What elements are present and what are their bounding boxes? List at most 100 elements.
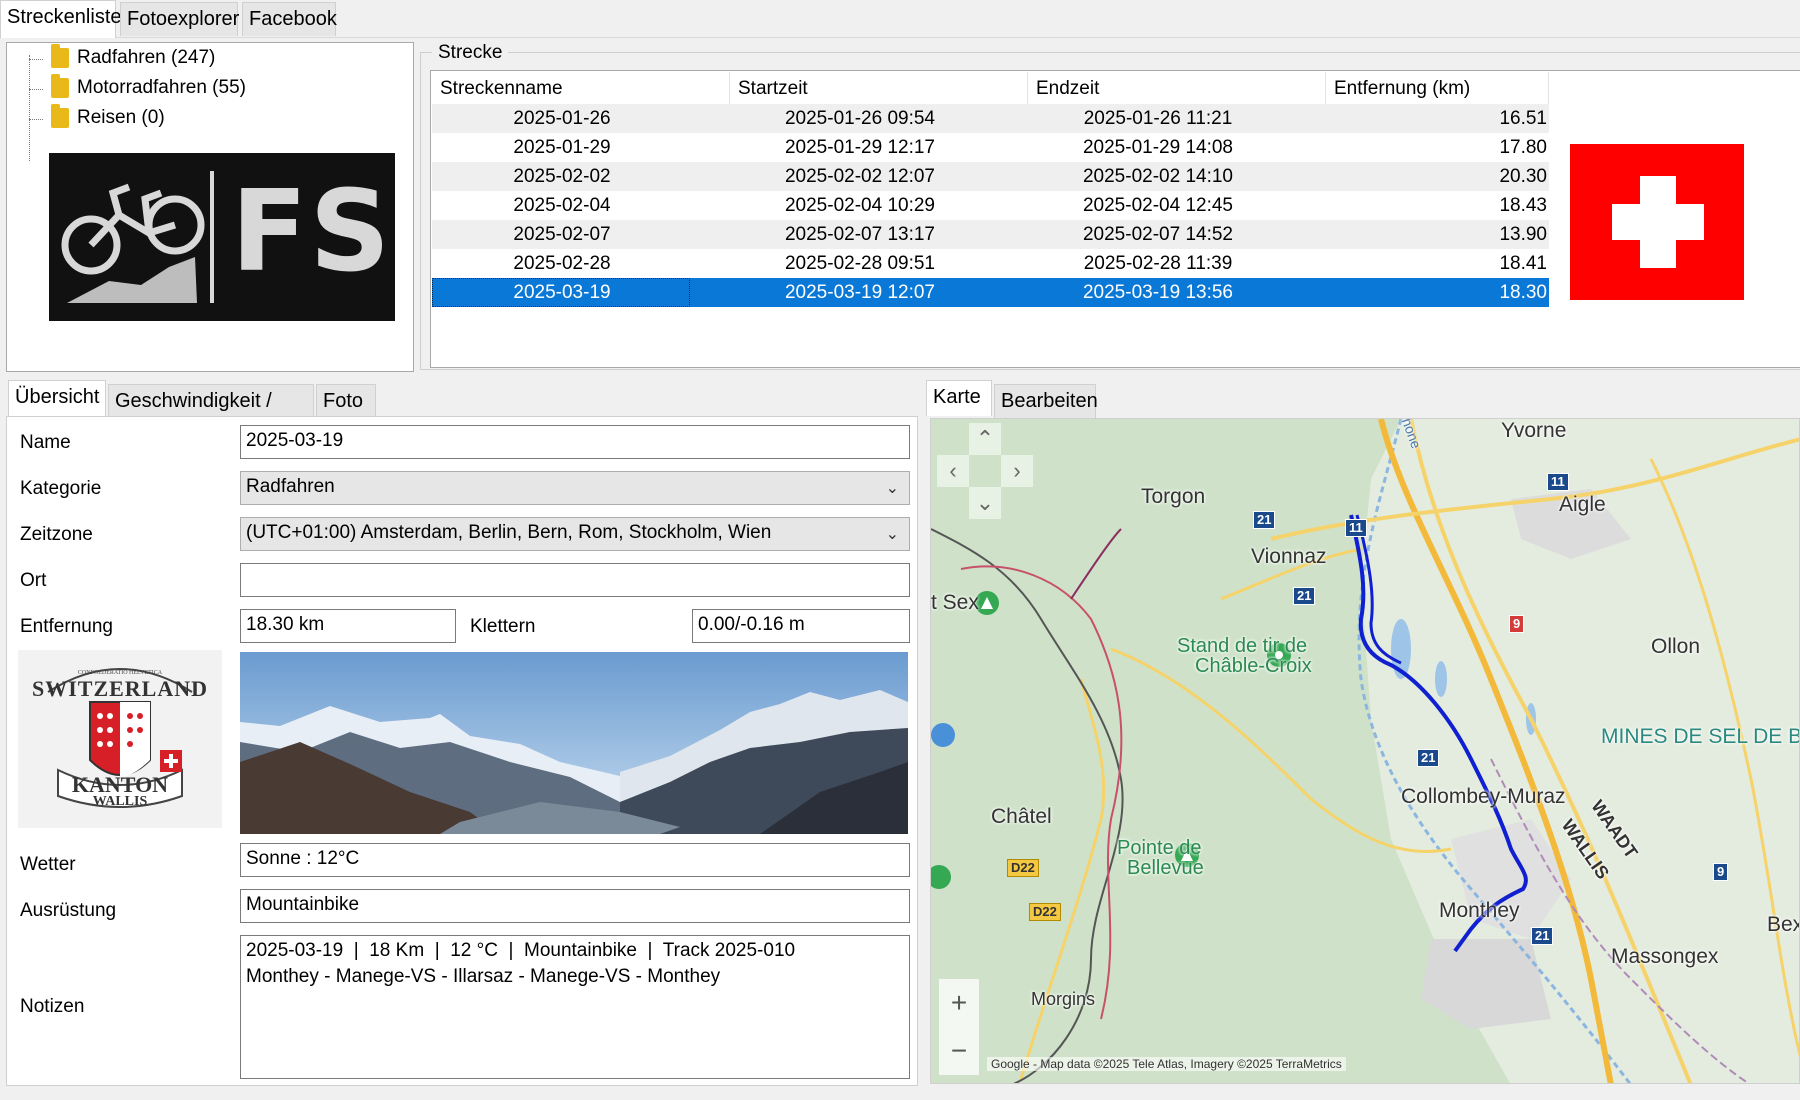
wetter-field[interactable]: Sonne : 12°C: [240, 843, 910, 877]
pan-right-icon[interactable]: ›: [1001, 455, 1033, 487]
category-tree: Radfahren (247) Motorradfahren (55) Reis…: [6, 42, 414, 372]
table-cell: 2025-03-19 12:07: [784, 282, 935, 303]
tab-geschwindigkeit-hoehe[interactable]: Geschwindigkeit / Höhe: [108, 384, 314, 444]
table-row[interactable]: 2025-02-02 2025-02-02 12:07 2025-02-02 14:…: [432, 162, 1549, 191]
map-label-chatel: Châtel: [991, 805, 1052, 828]
road-shield: 21: [1531, 927, 1554, 945]
road-shield: 21: [1293, 587, 1316, 605]
name-field[interactable]: 2025-03-19: [240, 425, 910, 459]
map-label-mines-de-sel: MINES DE SEL DE BE: [1601, 725, 1800, 748]
map-label-yvorne: Yvorne: [1501, 419, 1567, 442]
kategorie-label: Kategorie: [20, 478, 102, 499]
tab-uebersicht[interactable]: Übersicht: [8, 380, 106, 416]
map-label-collombey-muraz: Collombey-Muraz: [1401, 785, 1566, 808]
col-header-entfernung[interactable]: Entfernung (km): [1326, 72, 1549, 104]
entfernung-field[interactable]: 18.30 km: [240, 609, 456, 643]
road-shield: 21: [1253, 511, 1276, 529]
table-cell: 2025-02-07: [513, 224, 611, 245]
chevron-down-icon: ⌄: [885, 480, 899, 497]
kategorie-select[interactable]: Radfahren ⌄: [240, 471, 910, 505]
table-cell: 2025-02-28 11:39: [1083, 253, 1233, 274]
table-cell: 2025-01-29 14:08: [1082, 137, 1233, 158]
map-attribution: Google - Map data ©2025 Tele Atlas, Imag…: [987, 1057, 1346, 1071]
tab-fotoexplorer[interactable]: Fotoexplorer: [120, 2, 239, 36]
name-label: Name: [20, 432, 71, 453]
tab-foto[interactable]: Foto: [316, 384, 376, 418]
klettern-field[interactable]: 0.00/-0.16 m: [692, 609, 910, 643]
table-row[interactable]: 2025-02-28 2025-02-28 09:51 2025-02-28 11:…: [432, 249, 1549, 278]
map-label-chable-croix: Châble-Croix: [1195, 655, 1312, 677]
map-label-morgins: Morgins: [1031, 989, 1096, 1009]
table-cell: 2025-02-04 12:45: [1082, 195, 1233, 216]
road-shield: 21: [1417, 749, 1440, 767]
zoom-in-button[interactable]: +: [939, 979, 979, 1027]
table-cell: 2025-02-02 14:10: [1082, 166, 1233, 187]
col-header-endzeit[interactable]: Endzeit: [1028, 72, 1326, 104]
chevron-down-icon: ⌄: [885, 526, 899, 543]
road-shield-d22: D22: [1007, 859, 1039, 877]
map-label-monthey: Monthey: [1439, 899, 1520, 922]
zeitzone-label: Zeitzone: [20, 524, 93, 545]
klettern-label: Klettern: [470, 616, 536, 637]
map-label-bex: Bex: [1767, 913, 1800, 936]
pan-left-icon[interactable]: ‹: [937, 455, 969, 487]
table-row[interactable]: 2025-02-04 2025-02-04 10:29 2025-02-04 12:…: [432, 191, 1549, 220]
route-photo[interactable]: [240, 652, 908, 834]
table-cell: 18.41: [1499, 253, 1547, 274]
road-shield: 11: [1547, 473, 1569, 491]
tab-facebook[interactable]: Facebook: [242, 2, 337, 36]
zoom-control: + −: [939, 979, 979, 1075]
map-pan-control: ⌃ ‹ › ⌄: [937, 423, 1033, 519]
table-cell: 2025-01-26: [513, 108, 611, 129]
entfernung-label: Entfernung: [20, 616, 113, 637]
map-view[interactable]: ⌃ ‹ › ⌄ + − Yvorne Aigle Torgon Vionnaz …: [930, 418, 1800, 1084]
notizen-label: Notizen: [20, 996, 85, 1017]
wetter-label: Wetter: [20, 854, 76, 875]
map-label-vionnaz: Vionnaz: [1251, 545, 1327, 568]
table-cell: 2025-02-07 13:17: [784, 224, 935, 245]
strecke-group-title: Strecke: [432, 42, 509, 64]
table-cell: 18.43: [1499, 195, 1547, 216]
folder-icon: [51, 73, 69, 98]
table-cell: 2025-01-26 11:21: [1083, 108, 1233, 129]
map-label-bellevue: Bellevue: [1127, 857, 1204, 879]
pan-up-icon[interactable]: ⌃: [969, 423, 1001, 455]
tab-bearbeiten[interactable]: Bearbeiten: [994, 384, 1098, 418]
table-cell: 13.90: [1499, 224, 1547, 245]
table-row[interactable]: 2025-01-26 2025-01-26 09:54 2025-01-26 11:…: [432, 104, 1549, 133]
table-row[interactable]: 2025-01-29 2025-01-29 12:17 2025-01-29 14:…: [432, 133, 1549, 162]
swiss-flag-image: [1570, 144, 1744, 300]
table-cell: 2025-01-26 09:54: [784, 108, 935, 129]
table-cell: 16.51: [1499, 108, 1547, 129]
tree-item-reisen[interactable]: Reisen (0): [51, 103, 165, 131]
zoom-out-button[interactable]: −: [939, 1027, 979, 1075]
tree-item-radfahren[interactable]: Radfahren (247): [51, 43, 215, 71]
notizen-field[interactable]: 2025-03-19 | 18 Km | 12 °C | Mountainbik…: [240, 935, 910, 1079]
table-cell: 2025-01-29: [513, 137, 611, 158]
table-row[interactable]: 2025-02-07 2025-02-07 13:17 2025-02-07 14:…: [432, 220, 1549, 249]
table-cell: 2025-02-02 12:07: [784, 166, 935, 187]
pan-down-icon[interactable]: ⌄: [969, 487, 1001, 519]
tab-karte[interactable]: Karte: [926, 380, 992, 416]
ort-label: Ort: [20, 570, 47, 591]
road-shield: 9: [1509, 615, 1525, 633]
tab-streckenliste[interactable]: Streckenliste: [0, 0, 122, 38]
table-cell: 2025-02-28 09:51: [784, 253, 935, 274]
ort-field[interactable]: [240, 563, 910, 597]
col-header-streckenname[interactable]: Streckenname: [432, 72, 730, 104]
kanton-wallis-emblem: CONFOEDERATIO HELVETICA SWITZERLAND KANT…: [18, 650, 222, 828]
ausruestung-field[interactable]: Mountainbike: [240, 889, 910, 923]
emblem-wallis-text: WALLIS: [92, 794, 148, 809]
table-cell: 20.30: [1499, 166, 1547, 187]
col-header-startzeit[interactable]: Startzeit: [730, 72, 1028, 104]
table-row[interactable]: 2025-03-19 2025-03-19 12:07 2025-03-19 13:…: [432, 278, 1549, 307]
table-cell: 2025-02-04: [513, 195, 611, 216]
ausruestung-label: Ausrüstung: [20, 900, 117, 921]
fs-logo: FS: [49, 153, 395, 321]
table-cell: 17.80: [1499, 137, 1547, 158]
tree-item-motorradfahren[interactable]: Motorradfahren (55): [51, 73, 246, 101]
map-label-massongex: Massongex: [1611, 945, 1719, 968]
map-label-sex: t Sex: [931, 591, 979, 614]
emblem-top-text: SWITZERLAND: [31, 676, 209, 701]
zeitzone-select[interactable]: (UTC+01:00) Amsterdam, Berlin, Bern, Rom…: [240, 517, 910, 551]
